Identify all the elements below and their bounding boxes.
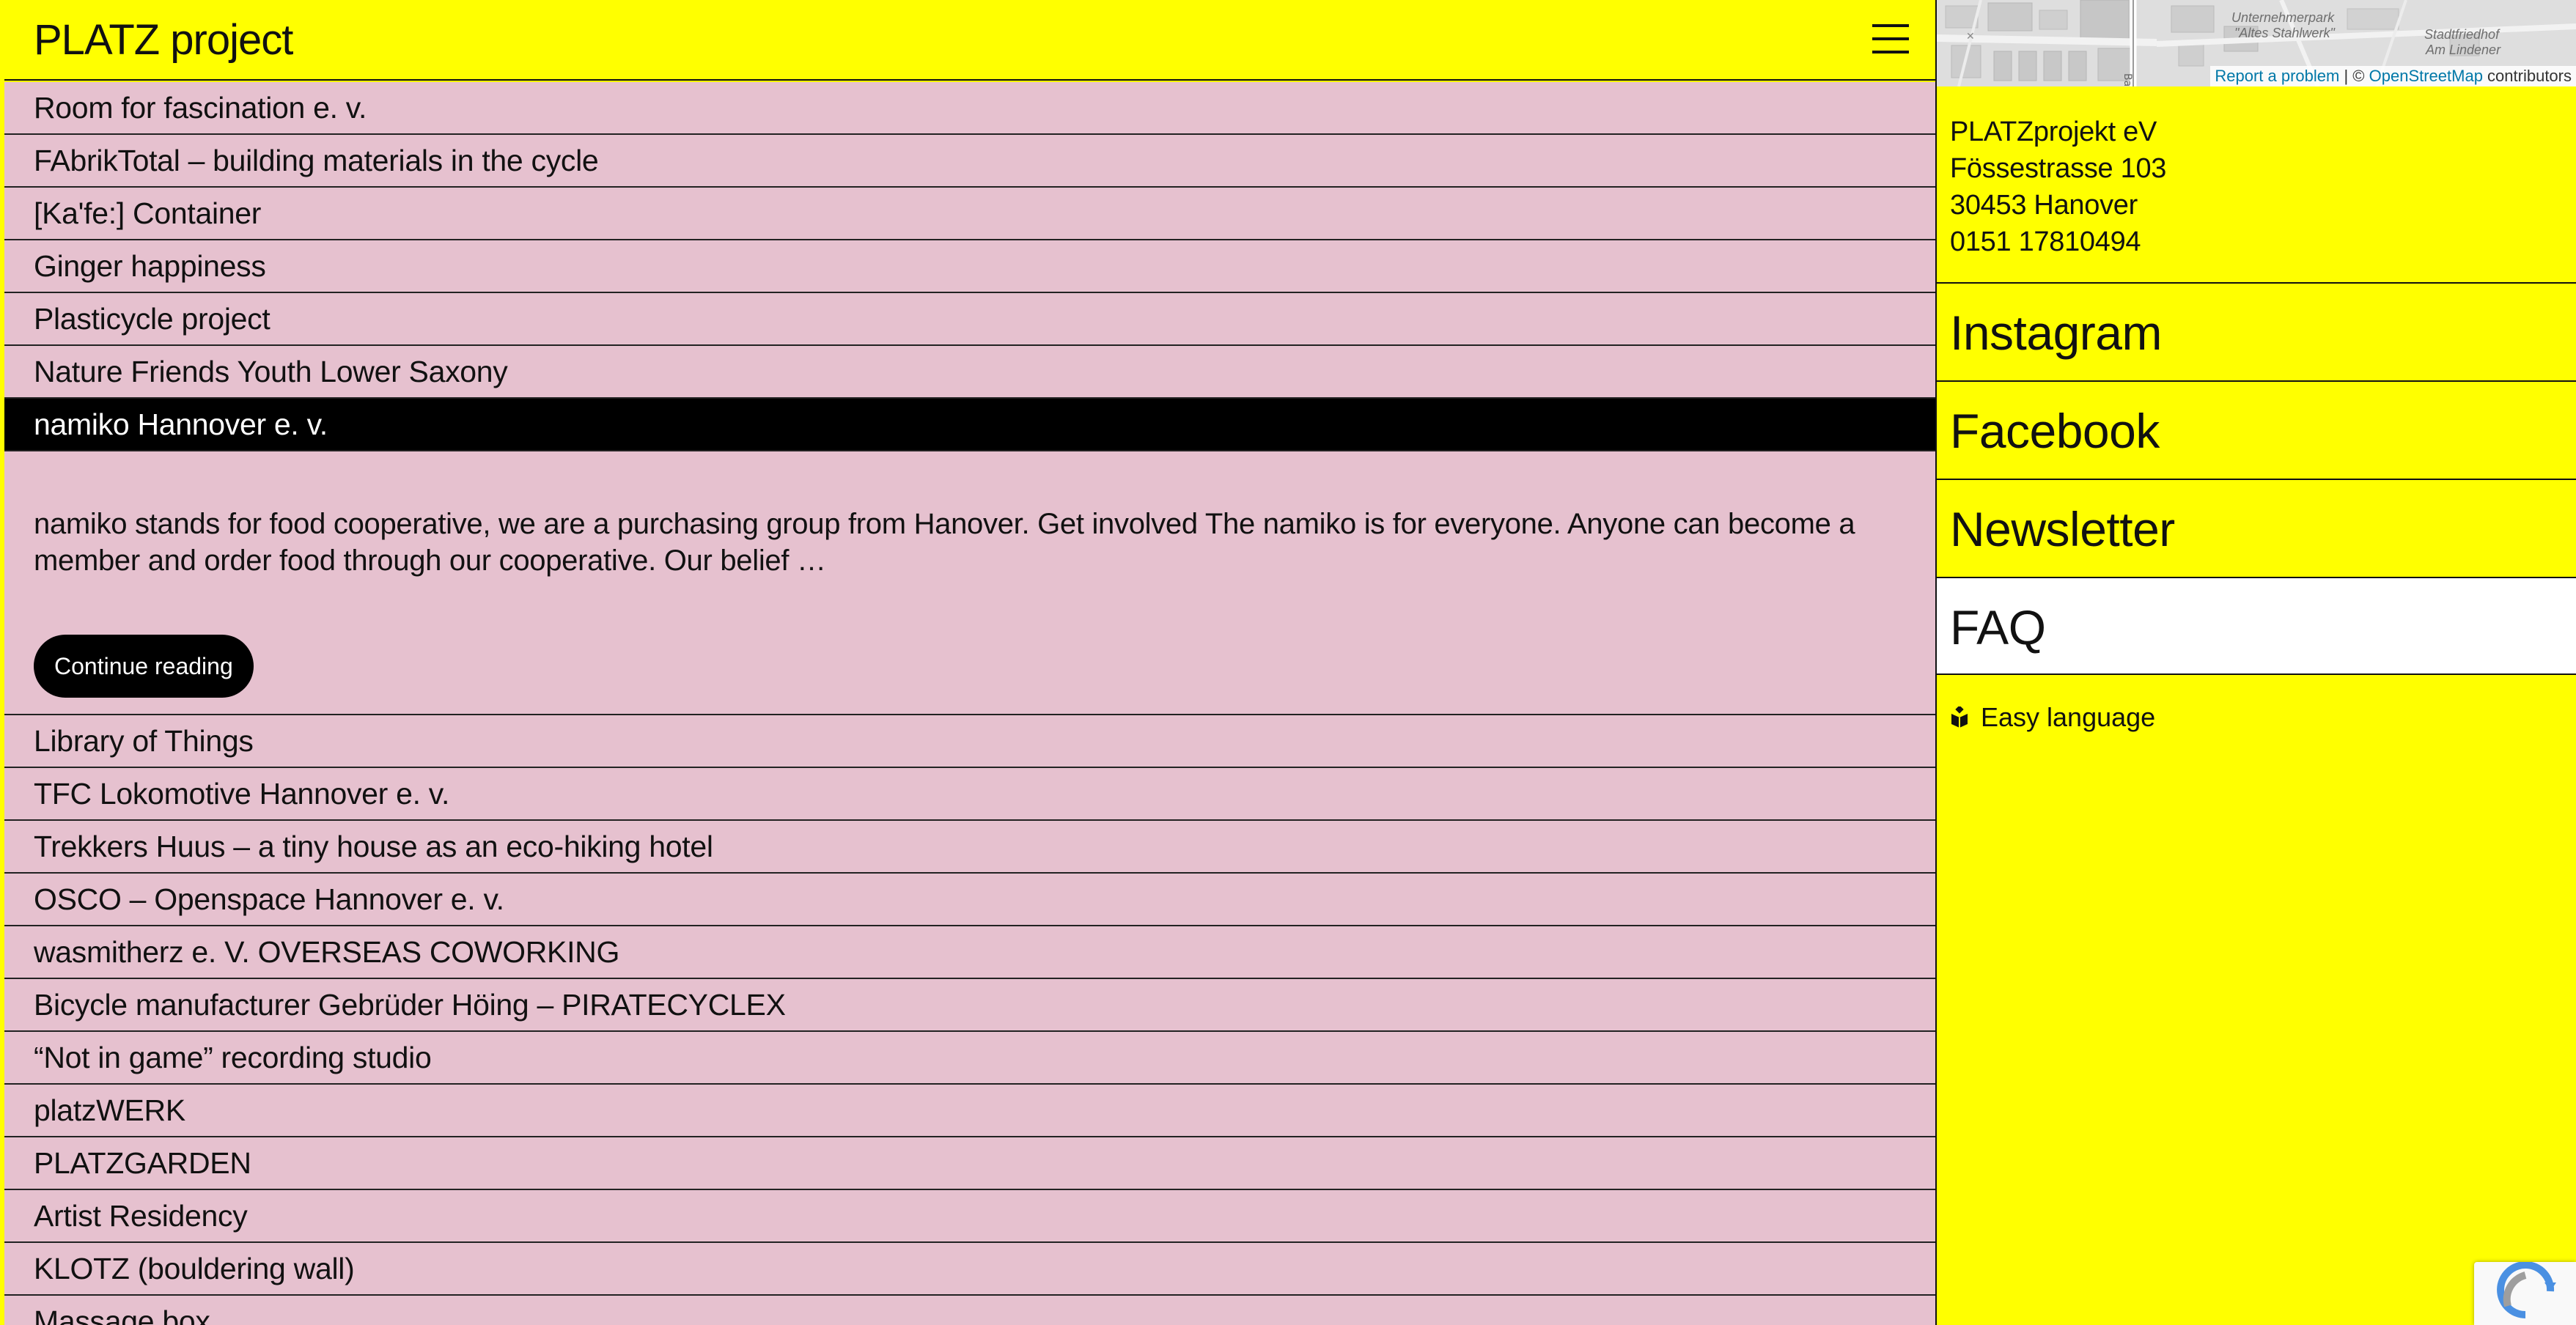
project-item-label: Bicycle manufacturer Gebrüder Höing – PI…: [34, 988, 786, 1022]
instagram-link[interactable]: Instagram: [1937, 282, 2576, 380]
faq-link[interactable]: FAQ: [1937, 577, 2576, 675]
project-item-label: Artist Residency: [34, 1199, 248, 1233]
map-label: Unternehmerpark: [2231, 10, 2335, 25]
attribution-separator: | ©: [2339, 67, 2369, 85]
project-item-label: [Ka'fe:] Container: [34, 196, 262, 230]
site-title[interactable]: PLATZ project: [34, 15, 293, 66]
link-label: Facebook: [1950, 404, 2160, 458]
social-links: Instagram Facebook Newsletter FAQ: [1937, 282, 2576, 675]
attribution-contributors: contributors: [2482, 67, 2572, 85]
project-item[interactable]: KLOTZ (bouldering wall): [4, 1243, 1935, 1296]
easy-language-label: Easy language: [1981, 702, 2156, 732]
project-item[interactable]: wasmitherz e. V. OVERSEAS COWORKING: [4, 926, 1935, 979]
link-label: Instagram: [1950, 306, 2162, 360]
recaptcha-icon: [2497, 1262, 2556, 1318]
project-item[interactable]: Room for fascination e. v.: [4, 82, 1935, 135]
location-map[interactable]: ✕ Baum Unternehmerpark "Altes Stahlwerk"…: [1937, 0, 2576, 86]
project-item-label: TFC Lokomotive Hannover e. v.: [34, 777, 450, 811]
report-problem-link[interactable]: Report a problem: [2215, 67, 2339, 85]
project-item[interactable]: [Ka'fe:] Container: [4, 188, 1935, 240]
continue-reading-button[interactable]: Continue reading: [34, 635, 254, 698]
project-item-label: FAbrikTotal – building materials in the …: [34, 144, 599, 177]
map-label: Stadtfriedhof: [2424, 27, 2500, 42]
project-item[interactable]: Ginger happiness: [4, 240, 1935, 293]
project-item[interactable]: OSCO – Openspace Hannover e. v.: [4, 874, 1935, 926]
project-item[interactable]: “Not in game” recording studio: [4, 1032, 1935, 1085]
menu-icon-bar: [1872, 24, 1909, 27]
menu-icon-bar: [1872, 37, 1909, 40]
project-item[interactable]: PLATZGARDEN: [4, 1137, 1935, 1190]
project-item-label: namiko Hannover e. v.: [34, 407, 328, 441]
project-item-label: PLATZGARDEN: [34, 1146, 251, 1180]
facebook-link[interactable]: Facebook: [1937, 380, 2576, 479]
newsletter-link[interactable]: Newsletter: [1937, 479, 2576, 577]
phone-number[interactable]: 0151 17810494: [1950, 224, 2166, 260]
svg-text:✕: ✕: [1966, 31, 1975, 43]
link-label: FAQ: [1950, 600, 2046, 654]
city: 30453 Hanover: [1950, 190, 2138, 221]
project-list-panel: PLATZ project Room for fascination e. v.…: [0, 0, 1935, 1325]
top-bar: PLATZ project: [4, 0, 1935, 81]
organization-name: PLATZprojekt eV: [1950, 117, 2157, 147]
project-item-label: “Not in game” recording studio: [34, 1041, 432, 1074]
easy-language-link[interactable]: Easy language: [1950, 699, 2155, 736]
recaptcha-badge[interactable]: [2474, 1262, 2576, 1325]
project-item[interactable]: Library of Things: [4, 715, 1935, 768]
address-block: PLATZprojekt eV Fössestrasse 103 30453 H…: [1950, 114, 2166, 260]
project-item[interactable]: Bicycle manufacturer Gebrüder Höing – PI…: [4, 979, 1935, 1032]
project-item-label: Massage box: [34, 1304, 210, 1325]
map-label: "Altes Stahlwerk": [2234, 26, 2335, 40]
openstreetmap-link[interactable]: OpenStreetMap: [2369, 67, 2483, 85]
project-item-label: KLOTZ (bouldering wall): [34, 1252, 355, 1285]
project-item[interactable]: Nature Friends Youth Lower Saxony: [4, 346, 1935, 399]
project-detail: namiko stands for food cooperative, we a…: [4, 451, 1935, 715]
project-item-label: wasmitherz e. V. OVERSEAS COWORKING: [34, 935, 620, 969]
info-sidebar: ✕ Baum Unternehmerpark "Altes Stahlwerk"…: [1935, 0, 2576, 1325]
project-item[interactable]: Massage box: [4, 1296, 1935, 1325]
menu-icon[interactable]: [1872, 24, 1909, 53]
easy-language-icon: [1951, 706, 1968, 728]
left-edge-strip: [0, 0, 4, 1325]
project-item-label: Nature Friends Youth Lower Saxony: [34, 355, 508, 388]
svg-text:Baum: Baum: [2121, 73, 2133, 86]
project-item[interactable]: FAbrikTotal – building materials in the …: [4, 135, 1935, 188]
project-list: Room for fascination e. v. FAbrikTotal –…: [4, 82, 1935, 1325]
menu-icon-bar: [1872, 51, 1909, 53]
project-item-label: OSCO – Openspace Hannover e. v.: [34, 882, 504, 916]
project-item[interactable]: Plasticycle project: [4, 293, 1935, 346]
project-item[interactable]: Artist Residency: [4, 1190, 1935, 1243]
project-item-active[interactable]: namiko Hannover e. v.: [4, 399, 1935, 451]
link-label: Newsletter: [1950, 502, 2175, 556]
project-item-label: Ginger happiness: [34, 249, 266, 283]
project-item-label: Library of Things: [34, 724, 254, 758]
project-item-label: platzWERK: [34, 1093, 185, 1127]
project-item-label: Plasticycle project: [34, 302, 271, 336]
project-item[interactable]: TFC Lokomotive Hannover e. v.: [4, 768, 1935, 821]
map-attribution: Report a problem | © OpenStreetMap contr…: [2210, 66, 2576, 86]
project-item[interactable]: Trekkers Huus – a tiny house as an eco-h…: [4, 821, 1935, 874]
project-item-label: Trekkers Huus – a tiny house as an eco-h…: [34, 830, 713, 863]
project-item-label: Room for fascination e. v.: [34, 91, 367, 125]
project-item[interactable]: platzWERK: [4, 1085, 1935, 1137]
project-excerpt: namiko stands for food cooperative, we a…: [34, 508, 1855, 577]
map-label: Am Lindener: [2426, 43, 2501, 57]
street-address: Fössestrasse 103: [1950, 153, 2167, 184]
